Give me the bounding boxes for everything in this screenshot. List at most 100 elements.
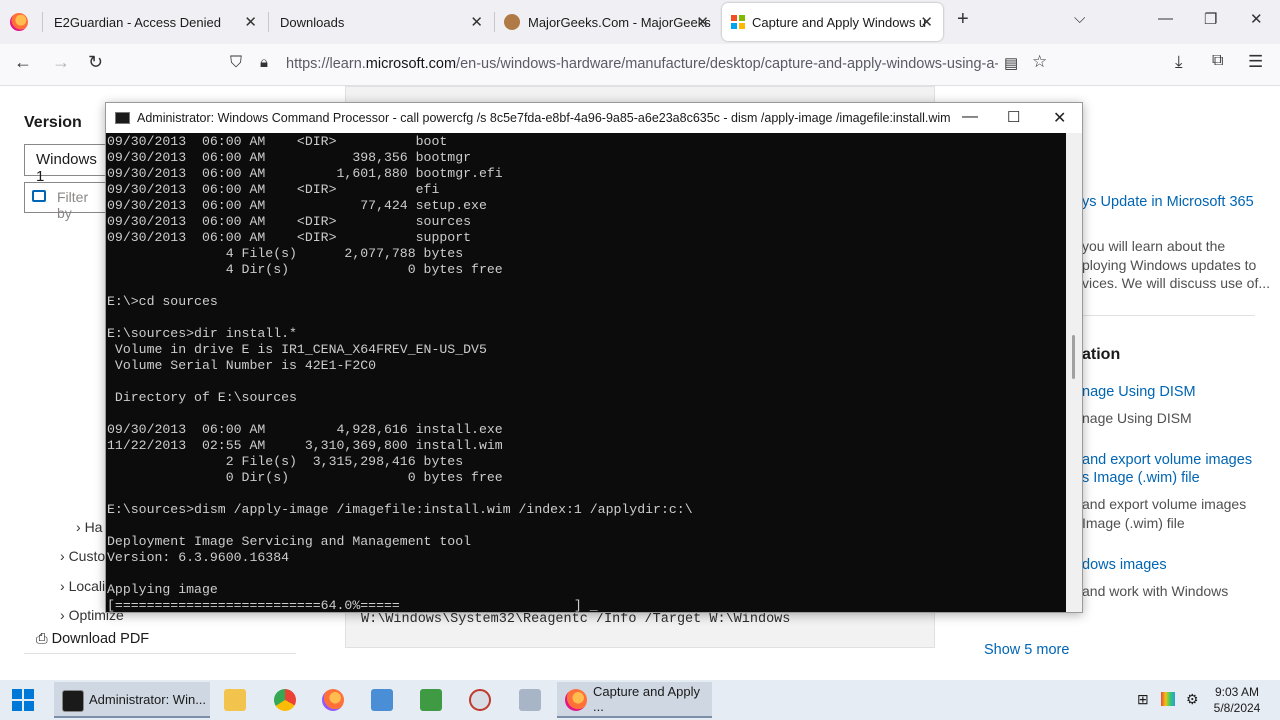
download-icon[interactable]: ⤓ — [1175, 52, 1183, 72]
microsoft-favicon-icon — [731, 15, 745, 29]
shield-icon[interactable]: ⛉ — [230, 54, 242, 72]
list-tabs-chevron-down-icon[interactable]: ⌵ — [1074, 10, 1085, 27]
cmd-icon — [62, 690, 84, 712]
related-desc-line: you will learn about the — [1082, 238, 1226, 254]
related-link-windows-images[interactable]: dows images — [1082, 557, 1167, 573]
taskbar: Administrator: Win... Capture and Apply … — [0, 680, 1280, 720]
file-explorer-icon[interactable] — [224, 689, 246, 711]
console-line: 09/30/2013 06:00 AM <DIR> sources — [107, 214, 472, 229]
show-more-link[interactable]: Show 5 more — [984, 642, 1069, 658]
taskbar-app-cmd[interactable]: Administrator: Win... — [54, 682, 210, 718]
cmd-console[interactable]: 09/30/2013 06:00 AM <DIR> boot 09/30/2013… — [106, 133, 1066, 612]
tab-label: MajorGeeks.Com - MajorGeeks — [528, 14, 711, 30]
console-line: Directory of E:\sources — [107, 390, 297, 405]
taskbar-app-label: Administrator: Win... — [89, 691, 207, 707]
tool-icon[interactable] — [469, 689, 491, 711]
console-line: 4 Dir(s) 0 bytes free — [107, 262, 503, 277]
hamburger-menu-icon[interactable]: ☰ — [1248, 52, 1263, 72]
close-icon[interactable]: ✕ — [920, 13, 933, 31]
lock-icon[interactable]: 🔒︎ — [260, 54, 268, 71]
cmd-scrollbar[interactable] — [1066, 133, 1082, 612]
console-line: 09/30/2013 06:00 AM 4,928,616 install.ex… — [107, 422, 503, 437]
console-line: 09/30/2013 06:00 AM <DIR> efi — [107, 182, 440, 197]
calculator-icon[interactable] — [519, 689, 541, 711]
console-line: 4 File(s) 2,077,788 bytes — [107, 246, 464, 261]
related-link-export[interactable]: and export volume images — [1082, 452, 1252, 468]
tab-downloads[interactable]: Downloads ✕ — [268, 3, 493, 41]
pdf-icon: ⎙ — [36, 631, 48, 647]
close-icon[interactable]: ✕ — [470, 13, 483, 31]
console-line: Applying image — [107, 582, 218, 597]
reader-view-icon[interactable]: ▤ — [1004, 54, 1018, 72]
sidebar-item-locali[interactable]: › Locali — [60, 578, 105, 594]
extensions-icon[interactable]: ⧉ — [1212, 52, 1223, 70]
new-tab-button[interactable]: + — [957, 8, 969, 31]
cmd-title-bar[interactable]: Administrator: Windows Command Processor… — [106, 103, 1082, 133]
firefox-icon[interactable] — [322, 689, 344, 711]
url-domain: microsoft.com — [365, 56, 457, 72]
restore-button[interactable]: ❐ — [1204, 10, 1217, 28]
bookmark-star-icon[interactable]: ☆ — [1032, 52, 1047, 72]
forward-arrow-icon[interactable]: → — [52, 52, 70, 73]
sidebar-item-ha[interactable]: › Ha — [76, 519, 102, 535]
taskbar-app-label: Capture and Apply ... — [593, 684, 700, 714]
cmd-window-title: Administrator: Windows Command Processor… — [137, 111, 952, 125]
console-line: [==========================64.0%===== ] … — [107, 598, 598, 612]
version-heading: Version — [24, 114, 82, 131]
console-line: 2 File(s) 3,315,298,416 bytes — [107, 454, 464, 469]
console-line: 11/22/2013 02:55 AM 3,310,369,800 instal… — [107, 438, 503, 453]
cmd-maximize-button[interactable]: ☐ — [1007, 108, 1020, 126]
sidebar-item-custo[interactable]: › Custo — [60, 548, 105, 564]
close-icon[interactable]: ✕ — [696, 13, 709, 31]
console-line: 09/30/2013 06:00 AM 77,424 setup.exe — [107, 198, 487, 213]
firefox-icon — [565, 689, 587, 711]
url-path: /en-us/windows-hardware/manufacture/desk… — [456, 56, 998, 72]
related-desc-line: ploying Windows updates to — [1082, 257, 1257, 273]
start-windows-icon[interactable] — [0, 680, 46, 720]
firefox-menu-icon[interactable] — [10, 13, 28, 31]
notepad-icon[interactable] — [371, 689, 393, 711]
reload-icon[interactable]: ↻ — [88, 52, 103, 73]
color-icon[interactable] — [1161, 692, 1175, 706]
browser-nav-bar: ← → ↻ ⛉ 🔒︎ https://learn.microsoft.com/e… — [0, 44, 1280, 86]
download-pdf-link[interactable]: ⎙ Download PDF — [36, 631, 149, 647]
version-select[interactable]: Windows 1 — [24, 144, 114, 185]
network-icon[interactable]: ⊞ — [1137, 691, 1149, 707]
cmd-minimize-button[interactable]: — — [962, 108, 978, 126]
chrome-icon[interactable] — [274, 689, 296, 711]
cmd-window[interactable]: Administrator: Windows Command Processor… — [105, 102, 1083, 613]
console-line: 09/30/2013 06:00 AM 398,356 bootmgr — [107, 150, 472, 165]
taskbar-app-firefox[interactable]: Capture and Apply ... — [557, 682, 712, 718]
console-line: E:\sources>dir install.* — [107, 326, 297, 341]
related-desc-line: and work with Windows — [1082, 583, 1229, 599]
tab-e2guardian[interactable]: E2Guardian - Access Denied ✕ — [42, 3, 267, 41]
code-line: W:\Windows\System32\Reagentc /Info /Targ… — [361, 612, 791, 627]
browser-tab-bar: E2Guardian - Access Denied ✕ Downloads ✕… — [0, 0, 1280, 44]
url-bar[interactable]: https://learn.microsoft.com/en-us/window… — [286, 56, 998, 72]
console-line: 0 Dir(s) 0 bytes free — [107, 470, 503, 485]
tab-capture-apply[interactable]: Capture and Apply Windows u ✕ — [722, 3, 943, 41]
close-window-button[interactable]: ✕ — [1250, 10, 1263, 28]
cmd-close-button[interactable]: ✕ — [1053, 108, 1066, 128]
back-arrow-icon[interactable]: ← — [14, 52, 32, 73]
clock-time: 9:03 AM — [1214, 685, 1260, 699]
tab-majorgeeks[interactable]: MajorGeeks.Com - MajorGeeks ✕ — [494, 3, 719, 41]
related-link-update[interactable]: ys Update in Microsoft 365 — [1082, 194, 1254, 210]
editor-icon[interactable] — [420, 689, 442, 711]
settings-gear-icon[interactable]: ⚙ — [1186, 691, 1199, 707]
divider — [1082, 315, 1255, 316]
close-icon[interactable]: ✕ — [244, 13, 257, 31]
filter-icon — [32, 190, 46, 202]
console-output: 09/30/2013 06:00 AM <DIR> boot 09/30/2013… — [107, 134, 693, 612]
related-link-export-2[interactable]: s Image (.wim) file — [1082, 470, 1200, 486]
scrollbar-thumb[interactable] — [1072, 335, 1075, 379]
console-line: Volume in drive E is IR1_CENA_X64FREV_EN… — [107, 342, 487, 357]
related-link-dism[interactable]: nage Using DISM — [1082, 384, 1196, 400]
clock[interactable]: 9:03 AM 5/8/2024 — [1212, 684, 1262, 716]
minimize-button[interactable]: — — [1158, 10, 1173, 27]
